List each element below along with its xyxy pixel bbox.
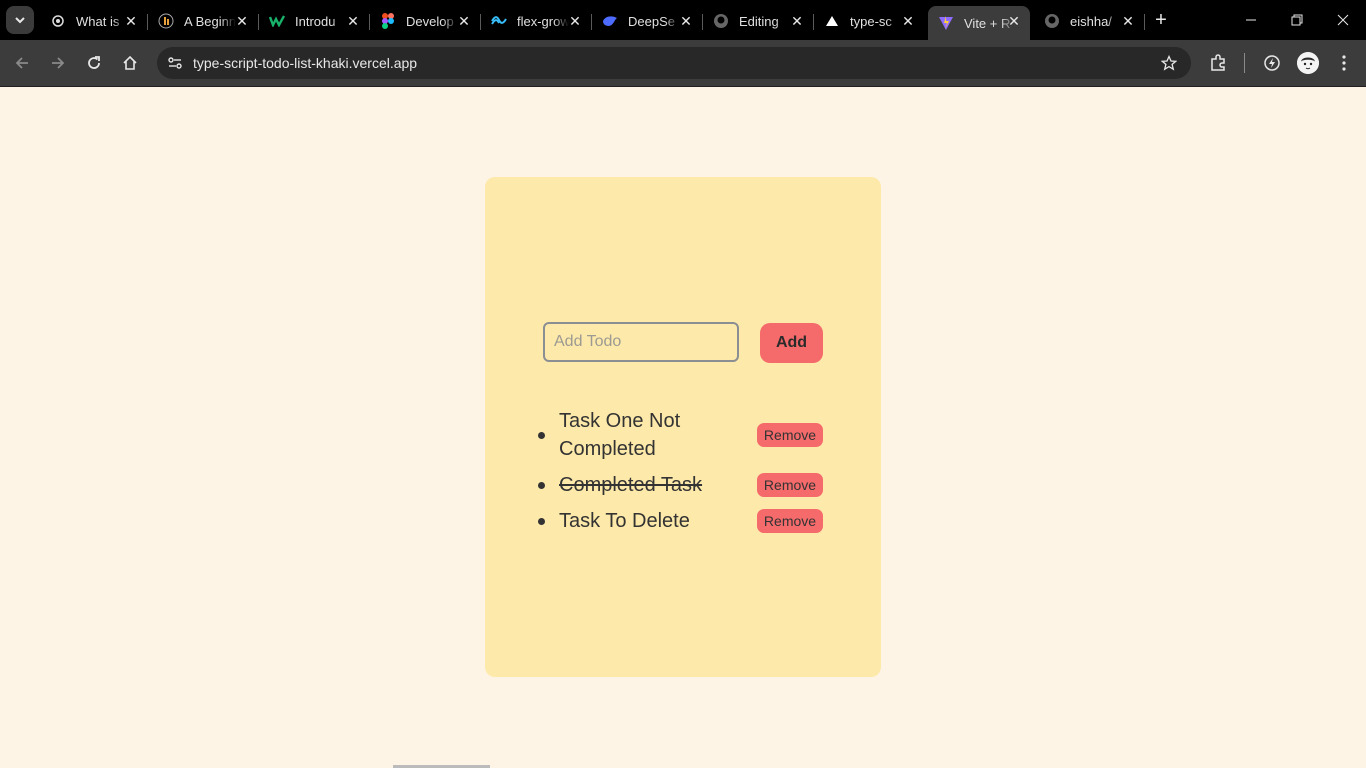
browser-toolbar: type-script-todo-list-khaki.vercel.app [0,40,1366,86]
todo-text-completed[interactable]: Completed Task [559,471,709,499]
list-item: Task To Delete Remove [535,507,825,535]
tab-separator [1144,14,1145,30]
tab-7[interactable]: type-sc ✕ [814,6,924,36]
minimize-icon [1246,19,1256,21]
close-icon[interactable]: ✕ [678,13,694,29]
todo-text[interactable]: Task To Delete [559,507,709,535]
home-button[interactable] [118,51,142,75]
back-button[interactable] [10,51,34,75]
remove-button[interactable]: Remove [757,509,823,533]
tab-strip: What is ✕ A Beginn ✕ Introdu ✕ Develop ✕… [0,0,1366,40]
vite-icon [938,15,954,31]
close-icon[interactable]: ✕ [123,13,139,29]
close-icon[interactable]: ✕ [900,13,916,29]
tab-4[interactable]: flex-grow ✕ [481,6,592,36]
tab-5[interactable]: DeepSe ✕ [592,6,703,36]
deepseek-icon [602,13,618,29]
todo-card: Add Task One Not Completed Remove Comple… [485,177,881,677]
new-tab-button[interactable]: + [1150,9,1172,31]
close-window-button[interactable] [1331,8,1355,32]
tab-title: flex-grow [517,13,569,29]
profile-avatar[interactable] [1297,52,1319,74]
tailwind-icon [491,13,507,29]
tab-9[interactable]: eishha/ ✕ [1034,6,1145,36]
restore-button[interactable] [1285,8,1309,32]
reload-icon [88,56,100,69]
todo-list: Task One Not Completed Remove Completed … [535,407,825,535]
openai-icon [50,13,66,29]
arrow-right-icon [52,57,65,69]
bullet [538,517,545,525]
arrow-left-icon [15,57,28,69]
todo-text[interactable]: Task One Not Completed [559,407,709,463]
add-button[interactable]: Add [760,323,823,363]
toolbar-divider [1244,53,1245,73]
chevron-down-icon [15,17,25,24]
tab-search-button[interactable] [6,6,34,34]
close-icon[interactable]: ✕ [234,13,250,29]
browser-menu-button[interactable] [1332,51,1356,75]
remove-button[interactable]: Remove [757,473,823,497]
kebab-menu-icon [1342,55,1346,71]
minimize-button[interactable] [1239,8,1263,32]
restore-icon [1291,14,1303,26]
tab-3[interactable]: Develop ✕ [370,6,481,36]
tab-title: eishha/ [1070,13,1112,29]
tab-title: Develop [406,13,454,29]
close-icon[interactable]: ✕ [345,13,361,29]
figma-icon [380,13,396,29]
performance-button[interactable] [1260,51,1284,75]
webflow-icon [269,13,285,29]
reload-button[interactable] [82,51,106,75]
close-icon[interactable]: ✕ [789,13,805,29]
tab-8-active[interactable]: Vite + R ✕ [928,6,1030,40]
add-todo-input[interactable] [543,322,739,362]
tab-title: A Beginn [184,13,236,29]
close-icon[interactable]: ✕ [567,13,583,29]
github-icon [1044,13,1060,29]
tab-1[interactable]: A Beginn ✕ [148,6,259,36]
tab-2[interactable]: Introdu ✕ [259,6,370,36]
bullet [538,481,545,489]
close-icon[interactable]: ✕ [1120,13,1136,29]
bullet [538,431,545,439]
address-bar[interactable]: type-script-todo-list-khaki.vercel.app [157,47,1191,79]
tab-title: type-sc [850,13,892,29]
tab-title: What is [76,13,120,29]
tab-title: Introdu [295,13,336,29]
github-icon [713,13,729,29]
freecodecamp-icon [158,13,174,29]
tab-title: DeepSe [628,13,675,29]
home-icon [123,55,137,70]
vercel-icon [824,13,840,29]
close-icon[interactable]: ✕ [1006,13,1022,29]
tab-6[interactable]: Editing ✕ [703,6,814,36]
close-icon[interactable]: ✕ [456,13,472,29]
list-item: Task One Not Completed Remove [535,407,825,463]
url-text[interactable]: type-script-todo-list-khaki.vercel.app [193,55,417,71]
remove-button[interactable]: Remove [757,423,823,447]
tab-title: Editing [739,13,779,29]
tab-0[interactable]: What is ✕ [40,6,148,36]
bookmark-star-icon[interactable] [1159,53,1179,73]
list-item: Completed Task Remove [535,463,825,507]
avatar-icon [1297,52,1319,74]
close-icon [1337,14,1349,26]
puzzle-icon [1211,54,1225,71]
extensions-button[interactable] [1206,51,1230,75]
content-divider [0,86,1366,87]
energy-saver-icon [1264,55,1280,71]
forward-button[interactable] [46,51,70,75]
site-info-icon[interactable] [165,53,185,73]
